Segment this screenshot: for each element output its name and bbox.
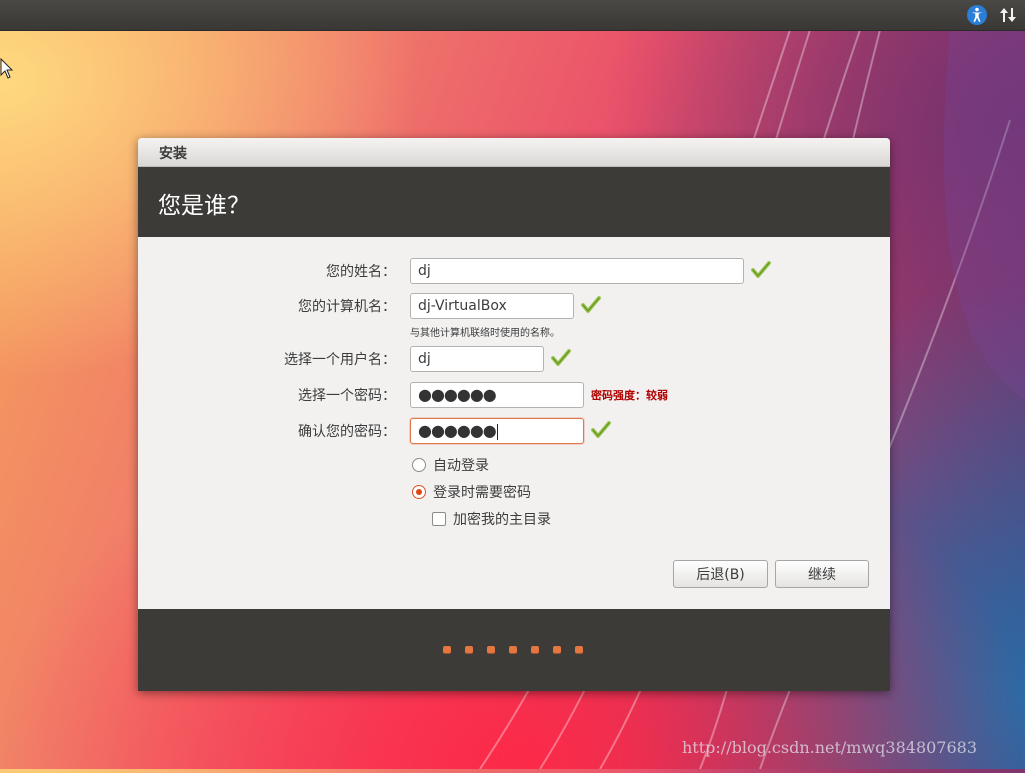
username-field[interactable]: dj bbox=[410, 346, 544, 372]
password-label: 选择一个密码： bbox=[298, 388, 396, 404]
computer-name-field[interactable]: dj-VirtualBox bbox=[410, 293, 574, 319]
computer-name-valid-checkmark-icon bbox=[581, 296, 601, 313]
require-password-option[interactable]: 登录时需要密码 bbox=[412, 482, 531, 502]
name-field[interactable]: dj bbox=[410, 258, 744, 284]
progress-step bbox=[553, 646, 561, 654]
confirm-password-valid-checkmark-icon bbox=[591, 421, 611, 438]
top-panel bbox=[0, 0, 1025, 31]
progress-footer bbox=[138, 609, 890, 691]
auto-login-option[interactable]: 自动登录 bbox=[412, 455, 489, 475]
progress-steps bbox=[443, 646, 597, 654]
name-valid-checkmark-icon bbox=[751, 261, 771, 278]
installer-window: 安装 您是谁？ 您的姓名： dj 您的计算机名： dj-VirtualBox 与… bbox=[138, 138, 890, 691]
confirm-password-field[interactable]: ●●●●●● bbox=[410, 418, 584, 444]
name-label: 您的姓名： bbox=[326, 264, 396, 280]
page-header: 您是谁？ bbox=[138, 167, 890, 237]
watermark: http://blog.csdn.net/mwq384807683 bbox=[682, 738, 978, 757]
require-password-radio[interactable] bbox=[412, 485, 426, 499]
auto-login-radio[interactable] bbox=[412, 458, 426, 472]
confirm-password-label: 确认您的密码： bbox=[298, 424, 396, 440]
progress-step bbox=[531, 646, 539, 654]
accessibility-icon[interactable] bbox=[965, 3, 989, 27]
username-label: 选择一个用户名： bbox=[284, 352, 396, 368]
window-titlebar[interactable]: 安装 bbox=[138, 138, 890, 167]
encrypt-home-checkbox[interactable] bbox=[432, 512, 446, 526]
encrypt-home-option[interactable]: 加密我的主目录 bbox=[432, 509, 551, 529]
auto-login-label: 自动登录 bbox=[433, 458, 489, 474]
username-valid-checkmark-icon bbox=[551, 349, 571, 366]
text-caret bbox=[496, 424, 498, 440]
progress-step bbox=[487, 646, 495, 654]
progress-step bbox=[443, 646, 451, 654]
computer-name-label: 您的计算机名： bbox=[298, 299, 396, 315]
password-masked-value: ●●●●●● bbox=[418, 385, 497, 404]
continue-button[interactable]: 继续 bbox=[775, 560, 869, 588]
computer-name-hint: 与其他计算机联络时使用的名称。 bbox=[410, 328, 560, 339]
page-title: 您是谁？ bbox=[158, 193, 250, 219]
encrypt-home-label: 加密我的主目录 bbox=[453, 512, 551, 528]
password-field[interactable]: ●●●●●● bbox=[410, 382, 584, 408]
window-title: 安装 bbox=[159, 146, 187, 162]
password-strength-indicator: 密码强度：较弱 bbox=[591, 389, 668, 402]
back-button[interactable]: 后退(B) bbox=[673, 560, 768, 588]
network-transfer-icon[interactable] bbox=[996, 3, 1020, 27]
user-form: 您的姓名： dj 您的计算机名： dj-VirtualBox 与其他计算机联络时… bbox=[138, 237, 890, 610]
confirm-password-masked-value: ●●●●●● bbox=[418, 421, 497, 440]
mouse-cursor bbox=[0, 57, 14, 84]
progress-step bbox=[575, 646, 583, 654]
require-password-label: 登录时需要密码 bbox=[433, 485, 531, 501]
progress-step bbox=[465, 646, 473, 654]
progress-step bbox=[509, 646, 517, 654]
